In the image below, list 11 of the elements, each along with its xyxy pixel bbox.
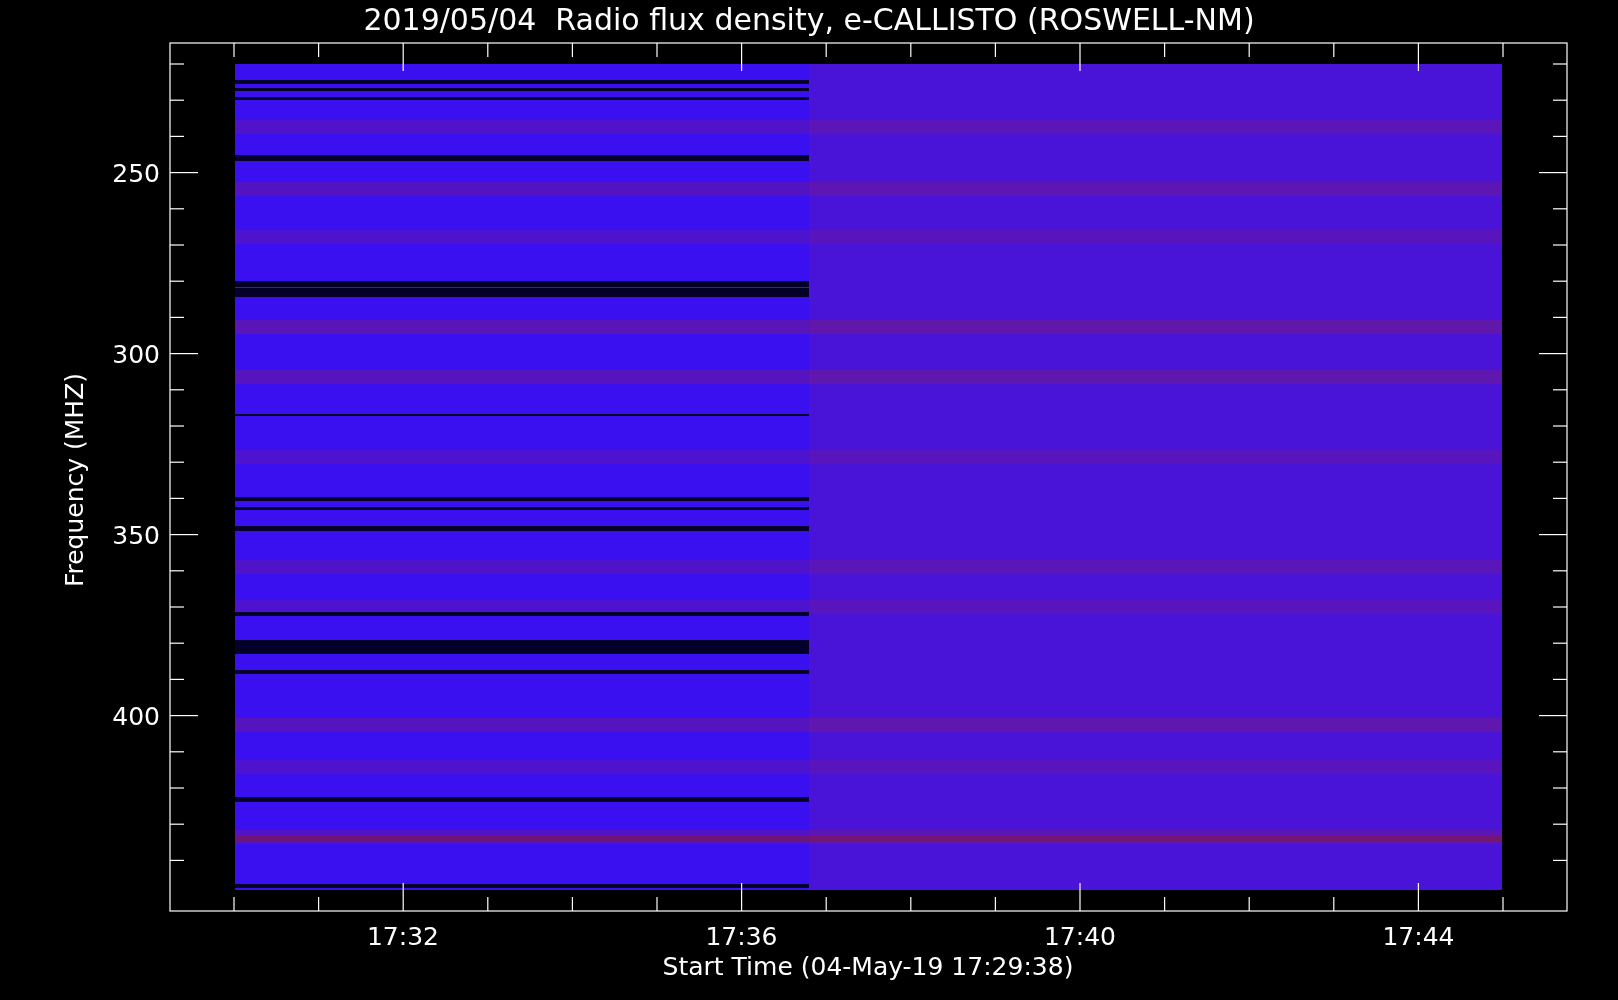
y-axis-label: Frequency (MHZ): [60, 372, 89, 588]
chart-title: 2019/05/04 Radio flux density, e-CALLISTO (ROSWELL-NM): [363, 2, 1255, 37]
y-tick-label: 350: [112, 521, 160, 550]
x-tick-label: 17:44: [1382, 922, 1455, 951]
x-tick-label: 17:32: [367, 922, 439, 951]
x-tick-label: 17:40: [1044, 922, 1116, 951]
x-tick-label: 17:36: [705, 922, 778, 951]
x-axis-label: Start Time (04-May-19 17:29:38): [662, 952, 1074, 981]
y-tick-label: 300: [112, 340, 160, 369]
y-tick-label: 250: [112, 159, 160, 188]
y-tick-label: 400: [112, 702, 160, 731]
